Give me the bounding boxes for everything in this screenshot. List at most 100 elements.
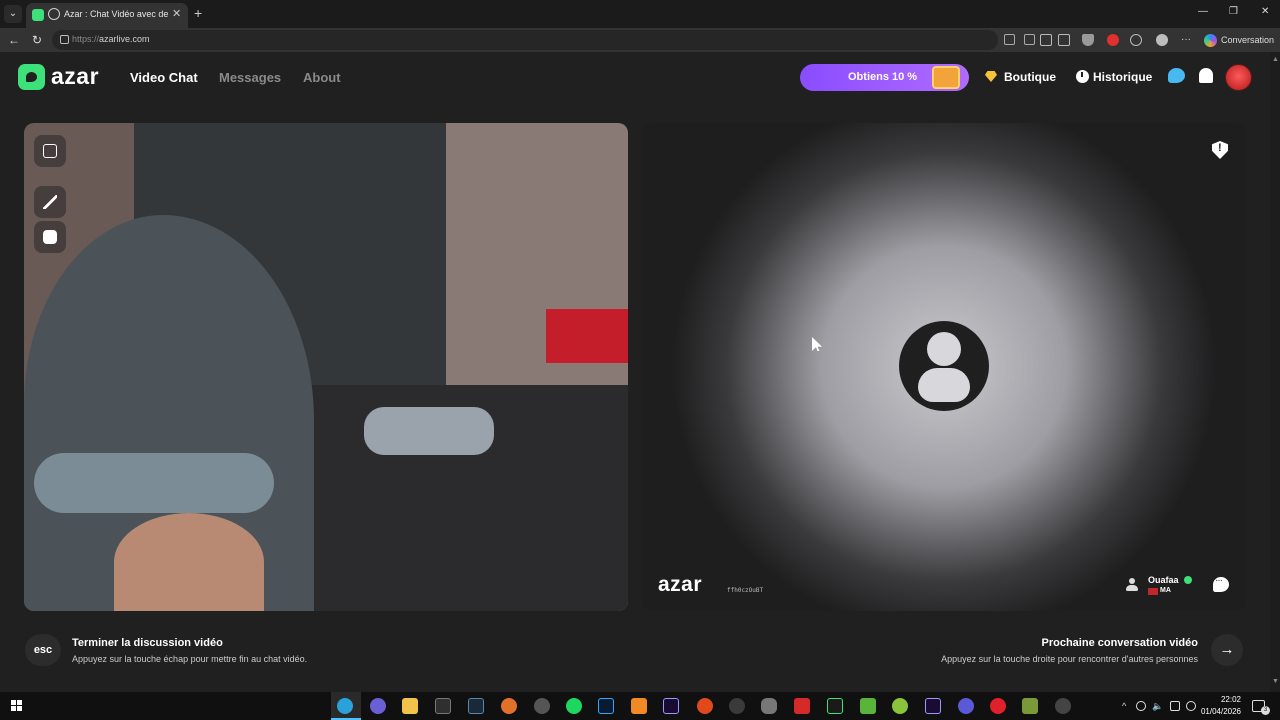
taskbar-app-icon[interactable]: [827, 698, 843, 714]
tray-app-icon[interactable]: [1170, 701, 1180, 711]
opera-icon[interactable]: [990, 698, 1006, 714]
shield-extension-icon[interactable]: [1082, 34, 1094, 46]
address-bar[interactable]: https://azarlive.com: [52, 30, 1035, 50]
window-close-button[interactable]: ✕: [1261, 6, 1269, 17]
window-maximize-button[interactable]: ❐: [1229, 6, 1238, 17]
taskbar-app-icon[interactable]: [794, 698, 810, 714]
reload-button[interactable]: ↻: [32, 32, 42, 48]
nav-about[interactable]: About: [303, 70, 341, 85]
nav-video-chat[interactable]: Video Chat: [130, 70, 198, 85]
taskbar-app-icon[interactable]: [1055, 698, 1071, 714]
mouse-cursor-icon: [812, 337, 822, 351]
photoshop-icon[interactable]: [598, 698, 614, 714]
smiley-icon: [43, 230, 57, 244]
taskbar-app-icon[interactable]: [1022, 698, 1038, 714]
watermark-id: ffh0czOuBT: [727, 587, 764, 594]
notification-bell-icon[interactable]: [1199, 68, 1213, 83]
taskbar-app-icon[interactable]: [729, 698, 745, 714]
stickers-button[interactable]: [34, 221, 66, 253]
site-info-icon[interactable]: [60, 35, 69, 44]
camera-shirt: [364, 407, 494, 455]
chat-icon[interactable]: [1213, 575, 1229, 592]
window-minimize-button[interactable]: —: [1198, 6, 1208, 17]
windows-start-icon[interactable]: [11, 700, 23, 712]
report-shield-icon[interactable]: [1212, 141, 1228, 159]
promo-label: Obtiens 10 %: [848, 71, 918, 83]
resize-button[interactable]: [34, 135, 66, 167]
taskbar-app-icon[interactable]: [892, 698, 908, 714]
partner-info[interactable]: Ouafaa MA: [1126, 575, 1196, 599]
next-chat-button[interactable]: →: [1211, 634, 1243, 666]
tray-app-icon[interactable]: [1186, 701, 1196, 711]
browser-toolbar: ← ↻ https://azarlive.com ··· Conversatio…: [0, 28, 1280, 52]
tab-close-icon[interactable]: ✕: [172, 7, 181, 20]
tray-chevron-icon[interactable]: ^: [1122, 701, 1126, 711]
shop-link[interactable]: Boutique: [1004, 70, 1056, 84]
copilot-conversation-button[interactable]: Conversation: [1204, 32, 1274, 48]
next-chat-title: Prochaine conversation vidéo: [1041, 637, 1199, 649]
volume-icon[interactable]: 🔈: [1152, 701, 1163, 712]
profile-icon[interactable]: [1156, 34, 1168, 46]
taskbar-app-icon[interactable]: [697, 698, 713, 714]
page-scrollbar[interactable]: ▲ ▼: [1270, 52, 1280, 692]
azar-logo-icon: [18, 64, 45, 90]
steam-icon[interactable]: [468, 698, 484, 714]
after-effects-icon[interactable]: [663, 698, 679, 714]
camera-red-box: [546, 309, 628, 363]
taskbar-time[interactable]: 22:02: [1203, 695, 1241, 704]
url-scheme: https://: [72, 34, 100, 44]
azar-page: azar Video Chat Messages About Obtiens 1…: [0, 52, 1270, 692]
premiere-pro-icon[interactable]: [925, 698, 941, 714]
extension-red-icon[interactable]: [1107, 34, 1119, 46]
effects-button[interactable]: [34, 186, 66, 218]
browser-tab-bar: ⌄ Azar : Chat Vidéo avec de nou ✕ + — ❐ …: [0, 0, 1280, 28]
verified-badge-icon: [1184, 576, 1192, 584]
taskbar-app-icon[interactable]: [631, 698, 647, 714]
tab-media-icon[interactable]: [48, 8, 60, 20]
file-explorer-icon[interactable]: [402, 698, 418, 714]
spotify-icon[interactable]: [566, 698, 582, 714]
tab-title: Azar : Chat Vidéo avec de nou: [64, 9, 168, 19]
scroll-down-arrow-icon[interactable]: ▼: [1272, 678, 1279, 685]
tab-actions-menu-icon[interactable]: ⌄: [4, 5, 22, 23]
partner-name: Ouafaa: [1148, 575, 1179, 585]
camera-glasses: [34, 453, 274, 513]
logo-text: azar: [51, 63, 100, 89]
end-chat-button[interactable]: esc: [25, 634, 61, 666]
self-camera-view: [24, 123, 628, 611]
copilot-icon: [1204, 34, 1217, 48]
history-link[interactable]: Historique: [1093, 70, 1152, 84]
video-icon[interactable]: [1058, 34, 1070, 46]
taskbar-date[interactable]: 01/04/2026: [1196, 707, 1241, 716]
edge-browser-icon[interactable]: [337, 698, 353, 714]
gamepad-icon[interactable]: [761, 698, 777, 714]
person-icon: [1126, 578, 1138, 592]
chat-bubble-icon[interactable]: [1168, 68, 1185, 83]
browser-menu-icon[interactable]: ···: [1181, 32, 1191, 48]
nav-messages[interactable]: Messages: [219, 70, 281, 85]
windows-taskbar: ^ 🔈 22:02 01/04/2026 3: [0, 692, 1280, 720]
extensions-icon[interactable]: [1130, 34, 1142, 46]
chat-app-icon[interactable]: [370, 698, 386, 714]
history-clock-icon: [1076, 70, 1089, 83]
network-icon[interactable]: [1136, 701, 1146, 711]
app-available-icon[interactable]: [1004, 34, 1015, 45]
partner-video-view: azar ffh0czOuBT Ouafaa MA: [642, 123, 1246, 611]
browser-tab-active[interactable]: Azar : Chat Vidéo avec de nou ✕: [26, 3, 188, 28]
scroll-up-arrow-icon[interactable]: ▲: [1272, 56, 1279, 63]
read-aloud-icon[interactable]: [1024, 34, 1035, 45]
epic-games-icon[interactable]: [435, 698, 451, 714]
end-chat-title: Terminer la discussion vidéo: [72, 637, 223, 649]
new-tab-button[interactable]: +: [194, 5, 202, 21]
user-avatar[interactable]: [1225, 64, 1252, 91]
back-button[interactable]: ←: [8, 32, 20, 48]
taskbar-app-icon[interactable]: [958, 698, 974, 714]
favorites-star-icon[interactable]: [1040, 34, 1052, 46]
promo-button[interactable]: Obtiens 10 %: [800, 64, 969, 91]
url-text: https://azarlive.com: [72, 34, 150, 44]
gift-box-icon: [932, 66, 960, 89]
taskbar-app-icon[interactable]: [534, 698, 550, 714]
taskbar-app-icon[interactable]: [860, 698, 876, 714]
resize-icon: [43, 144, 57, 158]
taskbar-app-icon[interactable]: [501, 698, 517, 714]
